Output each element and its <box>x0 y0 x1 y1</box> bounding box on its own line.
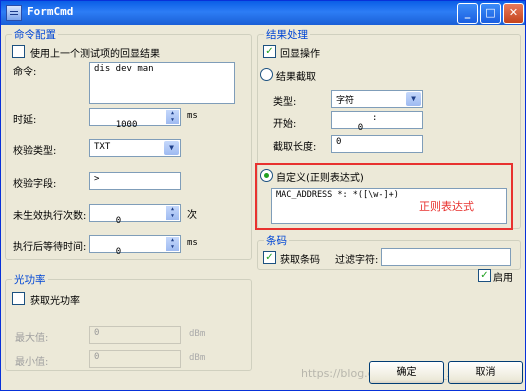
filter-chars-label: 过滤字符: <box>335 255 379 266</box>
formcmd-window: FormCmd _ □ ✕ 命令配置 使用上一个测试项的回显结果 命令: dis… <box>0 0 526 391</box>
regex-annotation: 正则表达式 <box>419 200 474 213</box>
optical-power-title: 光功率 <box>12 272 48 287</box>
wait-time-value: 0 <box>115 247 122 257</box>
start-label: 开始: <box>273 119 297 130</box>
wait-spin-arrows-icon[interactable]: ▲ ▼ <box>166 237 179 251</box>
use-previous-result-checkbox[interactable] <box>12 45 25 58</box>
result-capture-radio[interactable] <box>260 68 273 81</box>
command-config-title: 命令配置 <box>12 27 58 42</box>
delay-value: 1000 <box>115 120 138 130</box>
enable-checkbox[interactable]: ✓ <box>478 269 491 282</box>
delay-spin-arrows-icon[interactable]: ▲ ▼ <box>166 110 179 124</box>
check-type-select[interactable]: TXT ▼ <box>89 139 181 157</box>
maximize-button[interactable]: □ <box>480 3 501 24</box>
get-optical-power-label: 获取光功率 <box>30 296 80 307</box>
wait-time-unit: ms <box>187 238 198 248</box>
command-input[interactable]: dis dev man <box>89 62 235 104</box>
result-capture-label: 结果截取 <box>276 72 316 83</box>
capture-type-select[interactable]: 字符 ▼ <box>331 90 423 108</box>
retry-unit: 次 <box>187 210 197 221</box>
check-field-input[interactable]: > <box>89 172 181 190</box>
app-icon <box>6 5 22 21</box>
min-value-label: 最小值: <box>15 357 49 368</box>
start-separator: : <box>372 113 378 123</box>
capture-type-value: 字符 <box>336 96 355 106</box>
max-value-label: 最大值: <box>15 333 49 344</box>
wait-time-spinbox[interactable]: 0 ▲ ▼ <box>89 235 181 257</box>
delay-unit: ms <box>187 111 198 121</box>
type-label: 类型: <box>273 97 297 108</box>
capture-length-label: 截取长度: <box>273 142 317 153</box>
check-type-value: TXT <box>94 142 111 152</box>
min-value-unit: dBm <box>189 353 206 363</box>
max-value-unit: dBm <box>189 329 206 339</box>
get-barcode-label: 获取条码 <box>280 255 320 266</box>
retry-count-label: 未生效执行次数: <box>13 211 87 222</box>
echo-operation-label: 回显操作 <box>280 49 320 60</box>
minimize-button[interactable]: _ <box>457 3 478 24</box>
retry-count-value: 0 <box>115 216 122 226</box>
close-button[interactable]: ✕ <box>503 3 524 24</box>
get-optical-power-checkbox[interactable] <box>12 292 25 305</box>
retry-count-spinbox[interactable]: 0 ▲ ▼ <box>89 204 181 226</box>
check-type-label: 校验类型: <box>13 146 57 157</box>
use-previous-result-label: 使用上一个测试项的回显结果 <box>30 49 160 60</box>
delay-spinbox[interactable]: 1000 ▲ ▼ <box>89 108 181 130</box>
window-title: FormCmd <box>27 5 74 18</box>
result-processing-title: 结果处理 <box>264 27 310 42</box>
start-value: 0 <box>357 123 364 133</box>
command-label: 命令: <box>13 67 37 78</box>
ok-button[interactable]: 确定 <box>369 361 444 384</box>
enable-label: 启用 <box>493 273 513 284</box>
check-field-label: 校验字段: <box>13 179 57 190</box>
wait-time-label: 执行后等待时间: <box>13 242 87 253</box>
retry-spin-arrows-icon[interactable]: ▲ ▼ <box>166 206 179 220</box>
min-value-input[interactable]: 0 <box>89 350 181 368</box>
get-barcode-checkbox[interactable]: ✓ <box>263 251 276 264</box>
chevron-down-icon[interactable]: ▼ <box>164 141 179 155</box>
capture-length-input[interactable]: 0 <box>331 135 423 153</box>
delay-label: 时延: <box>13 115 37 126</box>
cancel-button[interactable]: 取消 <box>448 361 523 384</box>
custom-regex-radio[interactable] <box>260 169 273 182</box>
chevron-down-icon[interactable]: ▼ <box>406 92 421 106</box>
echo-operation-checkbox[interactable]: ✓ <box>263 45 276 58</box>
title-bar[interactable]: FormCmd _ □ ✕ <box>1 1 525 25</box>
start-input[interactable]: 0 : <box>331 111 423 133</box>
filter-chars-input[interactable] <box>381 248 511 266</box>
barcode-title: 条码 <box>264 233 289 248</box>
max-value-input[interactable]: 0 <box>89 326 181 344</box>
custom-regex-label: 自定义(正则表达式) <box>276 173 364 184</box>
